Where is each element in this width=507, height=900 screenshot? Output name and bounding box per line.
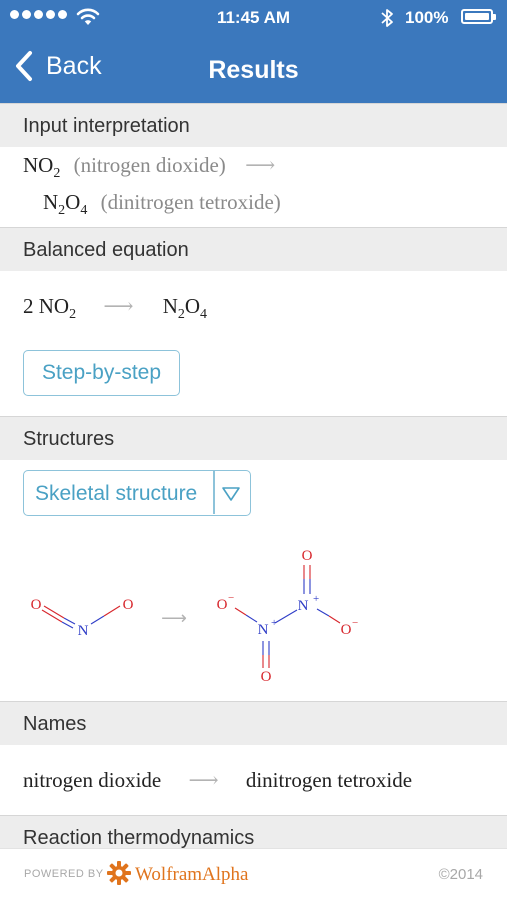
structure-type-dropdown[interactable]: Skeletal structure	[23, 470, 251, 516]
input-product-line: N2O4 (dinitrogen tetroxide)	[43, 190, 281, 219]
atom-nitrogen-plus: N	[298, 598, 309, 614]
dropdown-triangle-icon	[222, 487, 240, 501]
pod-title: Reaction thermodynamics	[23, 827, 255, 849]
equation-product: N2O4	[162, 294, 208, 322]
powered-by-label: POWERED BY	[24, 868, 104, 880]
product-name: (dinitrogen tetroxide)	[100, 190, 281, 214]
n2o4-structure: O N + O − N + O − O	[217, 548, 359, 685]
reactant-common-name: nitrogen dioxide	[23, 768, 162, 792]
names-line: nitrogen dioxide ⟶ dinitrogen tetroxide	[23, 768, 412, 793]
atom-oxygen: O	[123, 597, 134, 613]
atom-oxygen: O	[261, 669, 272, 685]
product-formula: N2O4	[43, 190, 88, 218]
navigation-bar: Back Results	[0, 40, 507, 100]
pod-title: Names	[23, 713, 87, 735]
battery-percentage: 100%	[405, 8, 449, 27]
input-reactant-line: NO2 (nitrogen dioxide) ⟶	[23, 153, 275, 182]
footer: POWERED BY WolframAlpha ©2014	[0, 848, 507, 900]
bluetooth-icon	[381, 9, 393, 27]
pod-header-balanced-equation: Balanced equation	[0, 227, 507, 271]
positive-charge: +	[271, 617, 277, 629]
dropdown-selected-value: Skeletal structure	[35, 482, 198, 505]
atom-oxygen-minus: O	[217, 597, 228, 613]
pod-header-structures: Structures	[0, 416, 507, 460]
balanced-equation-line: 2 NO2 ⟶ N2O4	[23, 294, 207, 323]
skeletal-structure-diagram: O N O ⟶ O N + O − N + O − O	[31, 548, 359, 685]
no2-structure: O N O	[31, 597, 134, 639]
atom-nitrogen-plus: N	[258, 622, 269, 638]
atom-nitrogen: N	[78, 623, 89, 639]
status-bar: 11:45 AM 100%	[0, 0, 507, 36]
pod-title: Structures	[23, 428, 115, 450]
reaction-arrow: ⟶	[161, 608, 187, 629]
pod-title: Balanced equation	[23, 239, 189, 261]
atom-oxygen-minus: O	[341, 622, 352, 638]
top-bar: 11:45 AM 100% Back Results	[0, 0, 507, 103]
pod-header-names: Names	[0, 701, 507, 745]
page-title: Results	[208, 56, 299, 84]
negative-charge: −	[228, 592, 234, 604]
reaction-arrow: ⟶	[188, 768, 219, 792]
equation-reactant: NO2	[38, 294, 77, 322]
copyright-text: ©2014	[438, 866, 483, 883]
atom-oxygen: O	[31, 597, 42, 613]
wolfram-alpha-brand[interactable]: WolframAlpha	[135, 864, 249, 886]
equation-coefficient: 2	[23, 294, 34, 318]
product-common-name: dinitrogen tetroxide	[245, 768, 413, 792]
step-by-step-button[interactable]: Step-by-step	[23, 350, 180, 396]
atom-oxygen: O	[302, 548, 313, 564]
reactant-formula: NO2	[23, 153, 61, 181]
pod-header-input-interpretation: Input interpretation	[0, 103, 507, 147]
wolfram-alpha-logo-icon	[107, 861, 131, 885]
reactant-name: (nitrogen dioxide)	[73, 153, 226, 177]
negative-charge: −	[352, 617, 358, 629]
reaction-arrow: ⟶	[245, 153, 276, 177]
battery-icon	[461, 9, 496, 24]
dropdown-divider	[213, 471, 215, 514]
positive-charge: +	[313, 593, 319, 605]
reaction-arrow: ⟶	[103, 294, 134, 318]
pod-title: Input interpretation	[23, 115, 190, 137]
